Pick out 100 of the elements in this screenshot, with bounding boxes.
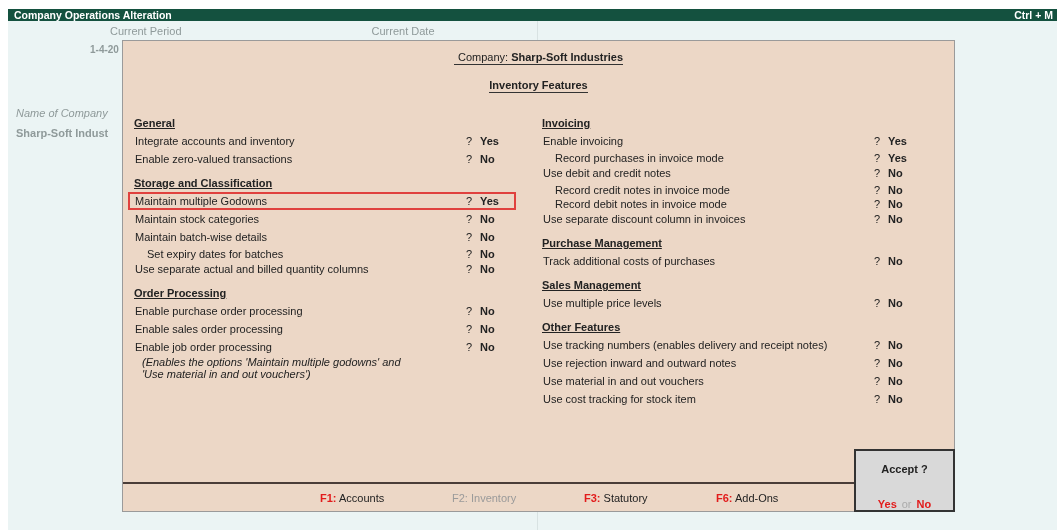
feature-label: Enable sales order processing [135, 323, 284, 335]
question-mark: ? [466, 135, 474, 147]
feature-label: Maintain stock categories [135, 213, 261, 225]
question-mark: ? [874, 375, 882, 387]
feature-row[interactable]: Use multiple price levels ? No [536, 294, 924, 312]
company-heading: Company: Sharp-Soft Industries [453, 51, 623, 65]
section-heading: General [134, 117, 175, 129]
feature-note: (Enables the options 'Maintain multiple godowns' and 'Use material in and out vouchers') [141, 356, 402, 380]
feature-label: Enable job order processing [135, 341, 273, 353]
feature-label: Record debit notes in invoice mode [555, 198, 728, 210]
question-mark: ? [466, 195, 474, 207]
feature-value: Yes [888, 135, 908, 147]
feature-label: Enable zero-valued transactions [135, 153, 294, 165]
question-mark: ? [466, 305, 474, 317]
shortcut-text: Ctrl + M [1014, 9, 1053, 21]
feature-label: Track additional costs of purchases [543, 255, 716, 267]
feature-value: Yes [888, 152, 908, 164]
section-heading: Storage and Classification [134, 177, 273, 189]
feature-label: Use separate actual and billed quantity columns [135, 263, 370, 275]
feature-label: Set expiry dates for batches [147, 248, 285, 260]
feature-row[interactable]: Set expiry dates for batches ? No [128, 246, 516, 260]
feature-value: No [888, 393, 904, 405]
section-heading: Order Processing [134, 287, 227, 299]
date-label: Current Date [371, 25, 435, 39]
feature-label: Use multiple price levels [543, 297, 663, 309]
feature-value: No [480, 231, 496, 243]
feature-row[interactable]: Record debit notes in invoice mode ? No [536, 196, 924, 210]
feature-label: Use cost tracking for stock item [543, 393, 697, 405]
question-mark: ? [874, 135, 882, 147]
feature-row[interactable]: Enable sales order processing ? No [128, 320, 516, 338]
feature-label: Use tracking numbers (enables delivery and receipt notes) [543, 339, 829, 351]
feature-row[interactable]: Use rejection inward and outward notes ? No [536, 354, 924, 372]
question-mark: ? [466, 213, 474, 225]
question-mark: ? [466, 323, 474, 335]
feature-row[interactable]: Enable invoicing ? Yes [536, 132, 924, 150]
feature-value: No [480, 248, 496, 260]
question-mark: ? [874, 255, 882, 267]
feature-row[interactable]: Record credit notes in invoice mode ? No [536, 182, 924, 196]
function-key-button[interactable]: F1: Accounts [320, 491, 452, 504]
accept-prompt: Accept ? [881, 463, 928, 475]
function-key-button[interactable]: F6: Add-Ons [716, 491, 848, 504]
question-mark: ? [874, 184, 882, 196]
feature-value: No [888, 357, 904, 369]
question-mark: ? [874, 297, 882, 309]
feature-value: No [888, 255, 904, 267]
feature-value: No [888, 167, 904, 179]
feature-value: No [480, 263, 496, 275]
feature-row[interactable]: Enable purchase order processing ? No [128, 302, 516, 320]
section-heading: Other Features [542, 321, 621, 333]
feature-value: No [888, 198, 904, 210]
question-mark: ? [874, 198, 882, 210]
dialog-heading: Inventory Features [489, 79, 588, 93]
feature-row[interactable]: Integrate accounts and inventory ? Yes [128, 132, 516, 150]
feature-row[interactable]: Maintain stock categories ? No [128, 210, 516, 228]
question-mark: ? [874, 213, 882, 225]
feature-value: No [480, 323, 496, 335]
feature-label: Use debit and credit notes [543, 167, 672, 179]
feature-row[interactable]: Enable job order processing ? No [128, 338, 516, 356]
name-label: Name of Company [16, 107, 108, 119]
feature-label: Use material in and out vouchers [543, 375, 705, 387]
function-key-button[interactable]: F3: Statutory [584, 491, 716, 504]
feature-value: Yes [480, 135, 500, 147]
question-mark: ? [466, 263, 474, 275]
feature-row[interactable]: Use separate discount column in invoices ? No [536, 210, 924, 228]
question-mark: ? [874, 152, 882, 164]
question-mark: ? [466, 248, 474, 260]
feature-label: Record purchases in invoice mode [555, 152, 725, 164]
feature-row[interactable]: Use debit and credit notes ? No [536, 164, 924, 182]
feature-label: Record credit notes in invoice mode [555, 184, 731, 196]
question-mark: ? [874, 357, 882, 369]
section-heading: Invoicing [542, 117, 591, 129]
feature-row[interactable]: Use cost tracking for stock item ? No [536, 390, 924, 408]
period-label: Current Period [110, 25, 182, 39]
feature-value: No [888, 375, 904, 387]
question-mark: ? [466, 231, 474, 243]
feature-label: Enable purchase order processing [135, 305, 304, 317]
period-value: 1-4-20 [90, 44, 119, 55]
question-mark: ? [874, 393, 882, 405]
question-mark: ? [874, 167, 882, 179]
feature-row[interactable]: Use separate actual and billed quantity columns ? No [128, 260, 516, 278]
feature-label: Maintain batch-wise details [135, 231, 269, 243]
question-mark: ? [874, 339, 882, 351]
feature-label: Integrate accounts and inventory [135, 135, 296, 147]
section-heading: Purchase Management [542, 237, 662, 249]
feature-row[interactable]: Use tracking numbers (enables delivery and receipt notes) ? No [536, 336, 924, 354]
feature-value: No [888, 213, 904, 225]
feature-row[interactable]: Use material in and out vouchers ? No [536, 372, 924, 390]
window-title: Company Operations Alteration [14, 9, 172, 21]
company-name: Sharp-Soft Indust [16, 127, 109, 139]
feature-value: No [480, 305, 496, 317]
feature-row[interactable]: Enable zero-valued transactions ? No [128, 150, 516, 168]
section-heading: Sales Management [542, 279, 642, 291]
feature-row[interactable]: Track additional costs of purchases ? No [536, 252, 924, 270]
feature-row[interactable]: Maintain batch-wise details ? No [128, 228, 516, 246]
question-mark: ? [466, 153, 474, 165]
feature-row[interactable]: Maintain multiple Godowns ? Yes [128, 192, 516, 210]
feature-value: No [480, 341, 496, 353]
feature-row[interactable]: Record purchases in invoice mode ? Yes [536, 150, 924, 164]
feature-label: Use rejection inward and outward notes [543, 357, 738, 369]
feature-label: Use separate discount column in invoices [543, 213, 747, 225]
